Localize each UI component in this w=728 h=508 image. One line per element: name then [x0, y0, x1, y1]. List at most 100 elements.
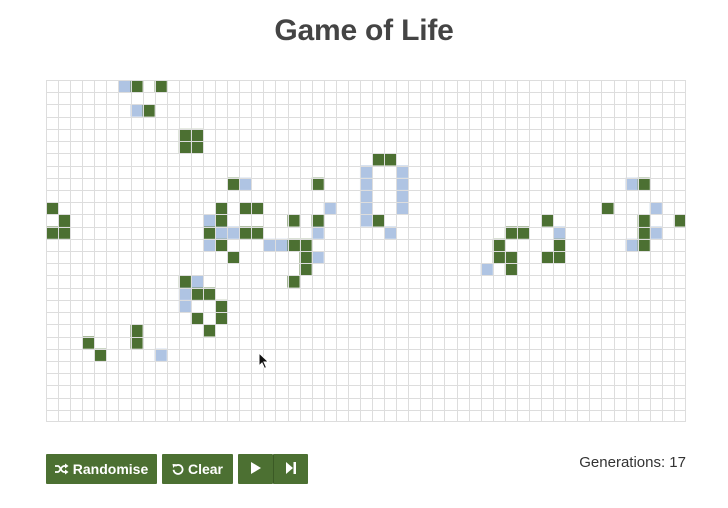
- alive-cell[interactable]: [46, 226, 59, 239]
- alive-cell[interactable]: [311, 177, 324, 190]
- dying-cell[interactable]: [359, 189, 373, 203]
- alive-cell[interactable]: [215, 299, 228, 313]
- alive-cell[interactable]: [215, 214, 228, 227]
- board-grid[interactable]: [46, 80, 686, 422]
- alive-cell[interactable]: [142, 104, 155, 117]
- alive-cell[interactable]: [541, 214, 554, 227]
- alive-cell[interactable]: [504, 263, 517, 276]
- alive-cell[interactable]: [541, 251, 554, 264]
- alive-cell[interactable]: [492, 251, 505, 264]
- randomise-label: Randomise: [72, 461, 149, 477]
- alive-cell[interactable]: [372, 153, 385, 166]
- alive-cell[interactable]: [94, 348, 107, 361]
- alive-cell[interactable]: [202, 226, 216, 239]
- dying-cell[interactable]: [275, 238, 288, 251]
- dying-cell[interactable]: [396, 202, 409, 215]
- game-of-life-page: Game of Life Randomise Clear Generations…: [0, 0, 728, 508]
- alive-cell[interactable]: [251, 202, 264, 215]
- dying-cell[interactable]: [625, 238, 638, 251]
- alive-cell[interactable]: [130, 336, 143, 349]
- dying-cell[interactable]: [323, 202, 336, 215]
- alive-cell[interactable]: [384, 153, 397, 166]
- game-board[interactable]: [46, 80, 686, 422]
- alive-cell[interactable]: [82, 336, 95, 349]
- dying-cell[interactable]: [359, 165, 373, 178]
- play-button[interactable]: [238, 454, 273, 484]
- alive-cell[interactable]: [58, 214, 71, 227]
- dying-cell[interactable]: [154, 348, 167, 361]
- step-button[interactable]: [273, 454, 308, 484]
- dying-cell[interactable]: [263, 238, 276, 251]
- dying-cell[interactable]: [359, 177, 373, 190]
- dying-cell[interactable]: [227, 226, 240, 239]
- alive-cell[interactable]: [553, 238, 566, 251]
- alive-cell[interactable]: [178, 141, 191, 154]
- alive-cell[interactable]: [239, 202, 252, 215]
- alive-cell[interactable]: [637, 177, 650, 190]
- alive-cell[interactable]: [504, 251, 517, 264]
- alive-cell[interactable]: [202, 324, 216, 337]
- alive-cell[interactable]: [516, 226, 530, 239]
- dying-cell[interactable]: [396, 165, 409, 178]
- alive-cell[interactable]: [299, 238, 312, 251]
- alive-cell[interactable]: [178, 128, 191, 142]
- dying-cell[interactable]: [649, 226, 662, 239]
- alive-cell[interactable]: [299, 263, 312, 276]
- alive-cell[interactable]: [130, 80, 143, 93]
- alive-cell[interactable]: [372, 214, 385, 227]
- dying-cell[interactable]: [202, 238, 216, 251]
- dying-cell[interactable]: [202, 214, 216, 227]
- alive-cell[interactable]: [58, 226, 71, 239]
- clear-button[interactable]: Clear: [162, 454, 233, 484]
- alive-cell[interactable]: [287, 214, 300, 227]
- alive-cell[interactable]: [637, 238, 650, 251]
- dying-cell[interactable]: [118, 80, 131, 93]
- dying-cell[interactable]: [480, 263, 493, 276]
- alive-cell[interactable]: [227, 177, 240, 190]
- alive-cell[interactable]: [637, 214, 650, 227]
- dying-cell[interactable]: [239, 177, 252, 190]
- alive-cell[interactable]: [239, 226, 252, 239]
- dying-cell[interactable]: [396, 189, 409, 203]
- dying-cell[interactable]: [215, 226, 228, 239]
- dying-cell[interactable]: [130, 104, 143, 117]
- alive-cell[interactable]: [215, 312, 228, 325]
- alive-cell[interactable]: [202, 287, 216, 300]
- dying-cell[interactable]: [649, 202, 662, 215]
- dying-cell[interactable]: [359, 214, 373, 227]
- alive-cell[interactable]: [190, 141, 203, 154]
- alive-cell[interactable]: [311, 214, 324, 227]
- dying-cell[interactable]: [359, 202, 373, 215]
- alive-cell[interactable]: [637, 226, 650, 239]
- alive-cell[interactable]: [178, 275, 191, 288]
- dying-cell[interactable]: [178, 299, 191, 313]
- alive-cell[interactable]: [227, 251, 240, 264]
- alive-cell[interactable]: [130, 324, 143, 337]
- alive-cell[interactable]: [154, 80, 167, 93]
- alive-cell[interactable]: [673, 214, 686, 227]
- alive-cell[interactable]: [553, 251, 566, 264]
- dying-cell[interactable]: [311, 226, 324, 239]
- alive-cell[interactable]: [46, 202, 59, 215]
- alive-cell[interactable]: [190, 128, 203, 142]
- dying-cell[interactable]: [190, 275, 203, 288]
- dying-cell[interactable]: [553, 226, 566, 239]
- dying-cell[interactable]: [396, 177, 409, 190]
- dying-cell[interactable]: [311, 251, 324, 264]
- dying-cell[interactable]: [178, 287, 191, 300]
- alive-cell[interactable]: [601, 202, 614, 215]
- alive-cell[interactable]: [215, 238, 228, 251]
- dying-cell[interactable]: [625, 177, 638, 190]
- alive-cell[interactable]: [287, 275, 300, 288]
- alive-cell[interactable]: [215, 202, 228, 215]
- alive-cell[interactable]: [190, 287, 203, 300]
- undo-icon: [172, 463, 184, 475]
- dying-cell[interactable]: [384, 226, 397, 239]
- alive-cell[interactable]: [492, 238, 505, 251]
- alive-cell[interactable]: [190, 312, 203, 325]
- alive-cell[interactable]: [251, 226, 264, 239]
- alive-cell[interactable]: [287, 238, 300, 251]
- alive-cell[interactable]: [504, 226, 517, 239]
- alive-cell[interactable]: [299, 251, 312, 264]
- randomise-button[interactable]: Randomise: [46, 454, 157, 484]
